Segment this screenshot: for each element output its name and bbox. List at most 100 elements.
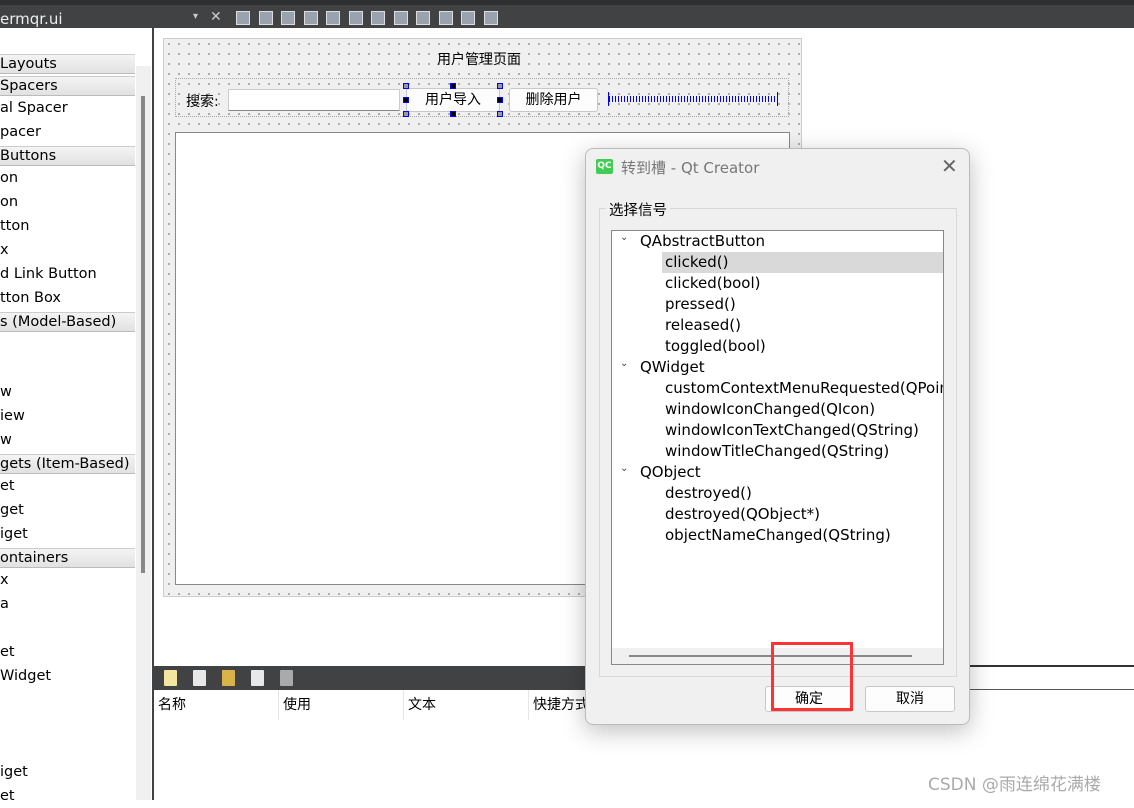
- sidebar-scrollbar[interactable]: [136, 66, 151, 800]
- widget-item[interactable]: [0, 616, 135, 640]
- divider: [969, 689, 1134, 690]
- qt-creator-icon: QC: [596, 159, 613, 174]
- widget-item[interactable]: d Link Button: [0, 262, 135, 286]
- selection-handle[interactable]: [450, 111, 456, 117]
- layout-horizontal-splitter-icon[interactable]: [371, 11, 385, 25]
- signal-item[interactable]: clicked(): [662, 252, 943, 273]
- file-selector[interactable]: ermqr.ui: [0, 10, 63, 28]
- edit-tab-order-icon[interactable]: [303, 11, 318, 25]
- chevron-down-icon[interactable]: ⌄: [620, 231, 628, 248]
- widget-item[interactable]: a: [0, 592, 135, 616]
- selection-handle[interactable]: [403, 111, 409, 117]
- signal-item[interactable]: objectNameChanged(QString): [662, 525, 943, 546]
- signal-class-item[interactable]: ⌄ QAbstractButton: [612, 231, 943, 252]
- signal-item[interactable]: windowIconChanged(QIcon): [662, 399, 943, 420]
- signal-label: destroyed(QObject*): [665, 505, 820, 523]
- widget-item[interactable]: et: [0, 640, 135, 664]
- edit-signals-slots-icon[interactable]: [258, 11, 273, 25]
- selection-handle[interactable]: [497, 111, 503, 117]
- close-icon[interactable]: ✕: [941, 154, 958, 178]
- signal-tree[interactable]: ⌄ QAbstractButton clicked() clicked(bool) pr…: [611, 230, 944, 665]
- chevron-down-icon[interactable]: ▾: [193, 11, 198, 22]
- close-document-icon[interactable]: ✕: [210, 9, 222, 25]
- selection-handle[interactable]: [403, 83, 409, 89]
- widget-item[interactable]: iew: [0, 404, 135, 428]
- signal-class-item[interactable]: ⌄ QWidget: [612, 357, 943, 378]
- widget-item[interactable]: w: [0, 428, 135, 452]
- widget-item[interactable]: tton: [0, 214, 135, 238]
- widget-item[interactable]: w: [0, 380, 135, 404]
- paste-action-icon[interactable]: [222, 670, 235, 686]
- widget-item[interactable]: iget: [0, 760, 135, 784]
- group-label: 选择信号: [606, 199, 670, 220]
- layout-vertical-splitter-icon[interactable]: [393, 11, 408, 25]
- widget-category[interactable]: Spacers: [0, 76, 135, 96]
- widget-category[interactable]: s (Model-Based): [0, 312, 135, 332]
- selection-handle[interactable]: [403, 97, 409, 103]
- widget-item[interactable]: [0, 712, 135, 736]
- horizontal-spacer[interactable]: [608, 92, 778, 106]
- widget-item[interactable]: on: [0, 190, 135, 214]
- widget-item[interactable]: Widget: [0, 664, 135, 688]
- widget-item[interactable]: on: [0, 166, 135, 190]
- layout-horizontal-icon[interactable]: [326, 11, 340, 25]
- widget-category[interactable]: Buttons: [0, 146, 135, 166]
- cancel-button[interactable]: 取消: [865, 686, 955, 712]
- form-title-label[interactable]: 用户管理页面: [437, 49, 521, 69]
- signal-class-item[interactable]: ⌄ QObject: [612, 462, 943, 483]
- widget-category[interactable]: ontainers: [0, 548, 135, 568]
- signal-item[interactable]: destroyed(): [662, 483, 943, 504]
- new-action-icon[interactable]: [164, 670, 177, 686]
- import-users-button[interactable]: 用户导入: [406, 88, 500, 112]
- layout-form-icon[interactable]: [416, 11, 430, 25]
- widget-box: Layouts Spacers al Spacer pacer Buttons on on t…: [0, 28, 152, 804]
- widget-item[interactable]: get: [0, 498, 135, 522]
- widget-item[interactable]: x: [0, 238, 135, 262]
- signal-item[interactable]: windowTitleChanged(QString): [662, 441, 943, 462]
- copy-action-icon[interactable]: [193, 670, 206, 686]
- layout-grid-icon[interactable]: [438, 11, 453, 25]
- widget-item[interactable]: al Spacer: [0, 96, 135, 120]
- search-label[interactable]: 搜索:: [186, 91, 219, 111]
- chevron-down-icon[interactable]: ⌄: [620, 353, 628, 374]
- column-header[interactable]: 文本: [404, 690, 529, 720]
- scrollbar-thumb[interactable]: [141, 96, 145, 573]
- signal-label: clicked(bool): [665, 274, 761, 292]
- widget-item[interactable]: pacer: [0, 120, 135, 144]
- selection-handle[interactable]: [497, 97, 503, 103]
- search-input[interactable]: [228, 89, 400, 111]
- widget-item[interactable]: x: [0, 568, 135, 592]
- delete-user-button[interactable]: 删除用户: [509, 88, 598, 112]
- selection-handle[interactable]: [450, 83, 456, 89]
- signal-item[interactable]: released(): [662, 315, 943, 336]
- break-layout-icon[interactable]: [461, 11, 475, 25]
- widget-item[interactable]: [0, 356, 135, 380]
- signal-item[interactable]: windowIconTextChanged(QString): [662, 420, 943, 441]
- signal-item[interactable]: customContextMenuRequested(QPoint): [662, 378, 943, 399]
- widget-item[interactable]: [0, 332, 135, 356]
- signal-item[interactable]: toggled(bool): [662, 336, 943, 357]
- widget-category[interactable]: gets (Item-Based): [0, 454, 135, 474]
- settings-wrench-icon[interactable]: [280, 670, 293, 686]
- delete-action-icon[interactable]: [251, 670, 264, 686]
- signal-item[interactable]: pressed(): [662, 294, 943, 315]
- widget-item[interactable]: tton Box: [0, 286, 135, 310]
- layout-vertical-icon[interactable]: [348, 11, 363, 25]
- signal-item[interactable]: clicked(bool): [662, 273, 943, 294]
- widget-item[interactable]: [0, 736, 135, 760]
- signal-item[interactable]: destroyed(QObject*): [662, 504, 943, 525]
- column-header[interactable]: 名称: [154, 690, 279, 720]
- watermark: CSDN @雨连绵花满楼: [928, 775, 1101, 795]
- edit-widgets-icon[interactable]: [236, 11, 250, 25]
- dialog-title: 转到槽 - Qt Creator: [621, 159, 760, 177]
- widget-item[interactable]: [0, 688, 135, 712]
- edit-buddies-icon[interactable]: [281, 11, 295, 25]
- adjust-size-icon[interactable]: [483, 11, 498, 25]
- widget-item[interactable]: et: [0, 474, 135, 498]
- column-header[interactable]: 使用: [279, 690, 404, 720]
- selection-handle[interactable]: [497, 83, 503, 89]
- chevron-down-icon[interactable]: ⌄: [620, 458, 628, 479]
- widget-item[interactable]: iget: [0, 522, 135, 546]
- widget-item[interactable]: et: [0, 784, 135, 808]
- widget-category[interactable]: Layouts: [0, 54, 135, 74]
